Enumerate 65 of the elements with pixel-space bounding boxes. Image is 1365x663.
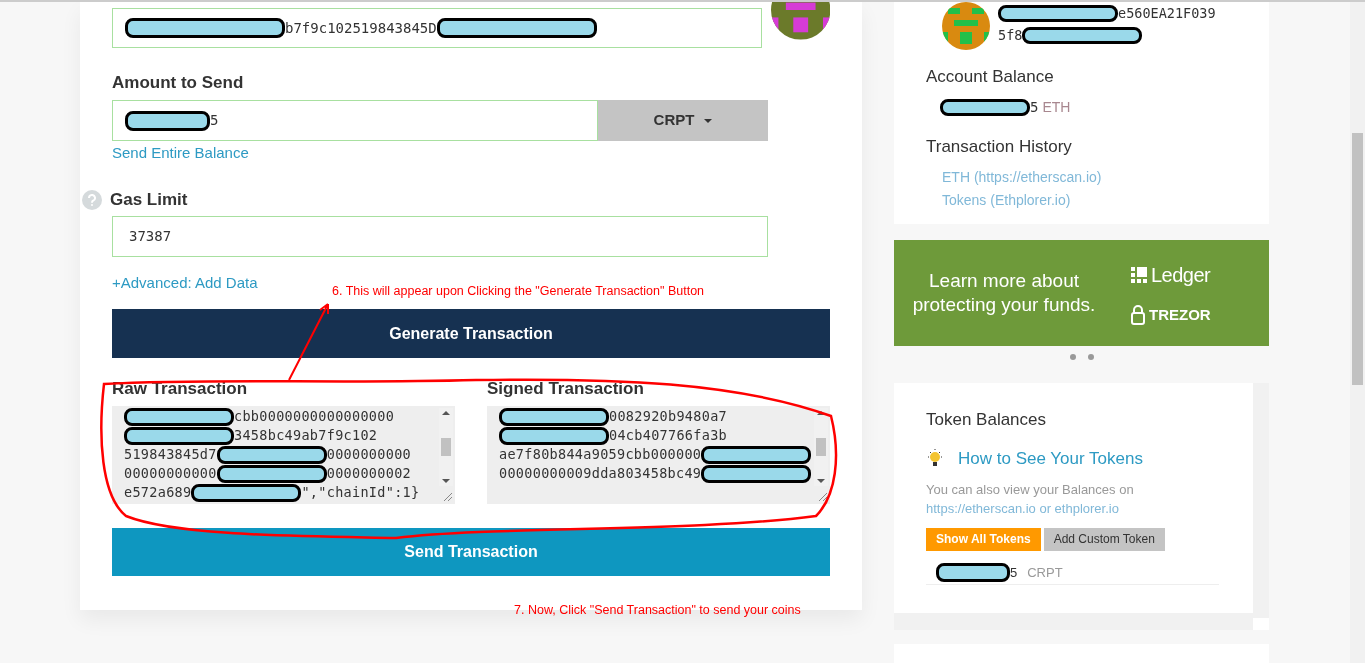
promo-banner[interactable]: Learn more about protecting your funds. Ledger TREZOR [894, 240, 1269, 347]
section-title: Account Balance [926, 66, 1055, 88]
scroll-down-icon[interactable] [817, 479, 825, 483]
note-text: You can also view your Balances on [926, 480, 1135, 499]
show-all-tokens-button[interactable]: Show All Tokens [926, 527, 1041, 551]
scrollbar[interactable] [814, 408, 828, 486]
value-text: 5 [1010, 563, 1018, 582]
value-text: 0000000002 [326, 464, 411, 484]
lock-icon [1131, 305, 1145, 326]
brand-name: TREZOR [1149, 305, 1211, 326]
brand-name: Ledger [1151, 263, 1211, 289]
value-text: 00000000009dda803458bc49 [499, 464, 702, 484]
scroll-up-icon[interactable] [442, 411, 450, 415]
scroll-thumb[interactable] [441, 438, 451, 456]
value-text: e560EA21F039 [1118, 3, 1216, 23]
field-label: Gas Limit [110, 189, 188, 212]
send-entire-balance-link[interactable]: Send Entire Balance [112, 143, 249, 163]
value-text: ","chainId":1} [301, 483, 420, 503]
explorer-links[interactable]: https://etherscan.io or ethplorer.io [926, 500, 1119, 516]
field-label: Signed Transaction [487, 378, 645, 400]
promo-text: Learn more about protecting your funds. [911, 269, 1097, 318]
value-text: ae7f80b844a9059cbb000000 [499, 445, 702, 465]
page-scrollbar[interactable] [1350, 2, 1365, 663]
transaction-textarea[interactable]: cbb0000000000000000 3458bc49ab7f9c102 519843845d7 0000000000 00000000000 0000000002 e572a689 ","chainId":1} [112, 406, 455, 504]
scroll-thumb[interactable] [1352, 133, 1363, 385]
generate-transaction-button[interactable]: Generate Transaction [112, 309, 830, 358]
field-label: Amount to Send [112, 72, 245, 94]
amount-field[interactable]: 5 [112, 100, 598, 141]
history-link[interactable]: Tokens (Ethplorer.io) [942, 190, 1071, 211]
unit-dropdown[interactable]: CRPT [598, 100, 768, 141]
send-transaction-button[interactable]: Send Transaction [112, 528, 830, 576]
value-text: 0082920b9480a7 [609, 407, 727, 427]
scroll-down-icon[interactable] [442, 479, 450, 483]
gas-limit-field[interactable]: 37387 [112, 216, 768, 257]
help-icon[interactable] [82, 190, 102, 210]
value-text: e572a689 [124, 483, 192, 503]
annotation-text: 7. Now, Click "Send Transaction" to send your coins [514, 602, 801, 619]
advanced-link[interactable]: +Advanced: Add Data [112, 273, 258, 293]
transaction-textarea[interactable]: 0082920b9480a7 04cb407766fa3b ae7f80b844a9059cbb000000 00000000009dda803458bc49 [487, 406, 830, 504]
add-custom-token-button[interactable]: Add Custom Token [1043, 527, 1165, 551]
value-text: cbb0000000000000000 [234, 407, 395, 427]
section-title: Transaction History [926, 135, 1073, 158]
resize-handle-icon[interactable] [816, 490, 828, 502]
section-title: Token Balances [926, 408, 1048, 431]
scroll-up-icon[interactable] [817, 411, 825, 415]
address-field[interactable]: b7f9c102519843845D [112, 8, 762, 48]
value-text: 519843845d7 [124, 445, 217, 465]
resize-handle-icon[interactable] [441, 490, 453, 502]
value-text: 5f8 [998, 25, 1023, 45]
value-text: 5 [1030, 98, 1039, 117]
token-symbol: CRPT [1027, 563, 1063, 582]
avatar-icon [942, 2, 990, 50]
caret-icon [704, 118, 713, 123]
value-text: 5 [210, 111, 219, 130]
history-link[interactable]: ETH (https://etherscan.io) [942, 167, 1102, 188]
balance-unit: ETH [1042, 98, 1071, 117]
value-text: 3458bc49ab7f9c102 [234, 426, 378, 446]
value-text: 04cb407766fa3b [609, 426, 727, 446]
scroll-thumb[interactable] [816, 438, 826, 456]
value-text: 0000000000 [326, 445, 411, 465]
value-text: b7f9c102519843845D [285, 18, 437, 38]
annotation-text: 6. This will appear upon Clicking the "Generate Transaction" Button [332, 283, 705, 300]
help-link[interactable]: How to See Your Tokens [958, 446, 1143, 472]
blocks-icon [1131, 267, 1147, 284]
value-text: 00000000000 [124, 464, 217, 484]
